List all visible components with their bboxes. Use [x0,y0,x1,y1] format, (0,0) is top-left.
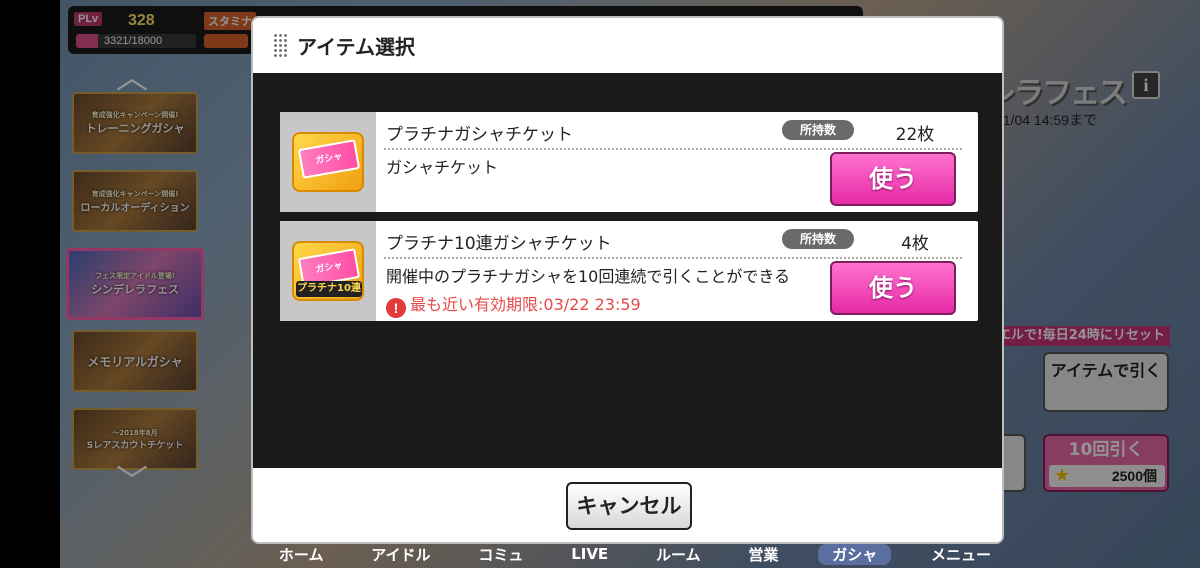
item-count: 22枚 [895,125,935,145]
dialog-footer: キャンセル [253,468,1002,542]
item-name: プラチナガシャチケット [386,125,573,145]
use-button[interactable]: 使う [830,261,956,315]
item-count: 4枚 [901,234,929,254]
ticket-tag: プラチナ10連 [296,281,362,297]
use-button[interactable]: 使う [830,152,956,206]
nav-home[interactable]: ホーム [271,544,332,565]
item-description: 開催中のプラチナガシャを10回連続で引くことができる [386,267,791,286]
nav-room[interactable]: ルーム [648,544,709,565]
left-black-bar [0,0,60,568]
item-thumbnail: ガシャ [280,112,376,212]
nav-menu[interactable]: メニュー [923,544,999,565]
item-row: ガシャ プラチナガシャチケット 所持数 22枚 ガシャチケット 使う [280,112,978,212]
dialog-body: ガシャ プラチナガシャチケット 所持数 22枚 ガシャチケット 使う ガシャ プ… [253,73,1002,468]
cancel-button[interactable]: キャンセル [566,482,692,530]
bottom-nav: ホーム アイドル コミュ LIVE ルーム 営業 ガシャ メニュー [255,540,1015,568]
nav-commu[interactable]: コミュ [470,544,531,565]
expiry-line: ! 最も近い有効期限:03/22 23:59 [386,291,641,318]
ticket-icon: ガシャ [292,132,364,192]
item-description: ガシャチケット [386,158,499,177]
item-thumbnail: ガシャ プラチナ10連 [280,221,376,321]
divider [384,148,962,150]
dialog-header: アイテム選択 [253,18,1002,73]
owned-badge: 所持数 [782,120,854,140]
expiry-text: 最も近い有効期限:03/22 23:59 [410,295,641,314]
warning-icon: ! [386,298,406,318]
divider [384,257,962,259]
nav-live[interactable]: LIVE [563,545,616,563]
ticket-icon: ガシャ プラチナ10連 [292,241,364,301]
item-name: プラチナ10連ガシャチケット [386,234,612,254]
nav-gacha[interactable]: ガシャ [818,543,892,565]
item-row: ガシャ プラチナ10連 プラチナ10連ガシャチケット 所持数 4枚 開催中のプラ… [280,221,978,321]
item-select-dialog: アイテム選択 ガシャ プラチナガシャチケット 所持数 22枚 ガシャチケット 使… [251,16,1004,544]
grip-icon [273,33,287,57]
nav-eigyo[interactable]: 営業 [740,544,786,565]
owned-badge: 所持数 [782,229,854,249]
dialog-title: アイテム選択 [297,35,415,59]
nav-idol[interactable]: アイドル [363,544,438,565]
